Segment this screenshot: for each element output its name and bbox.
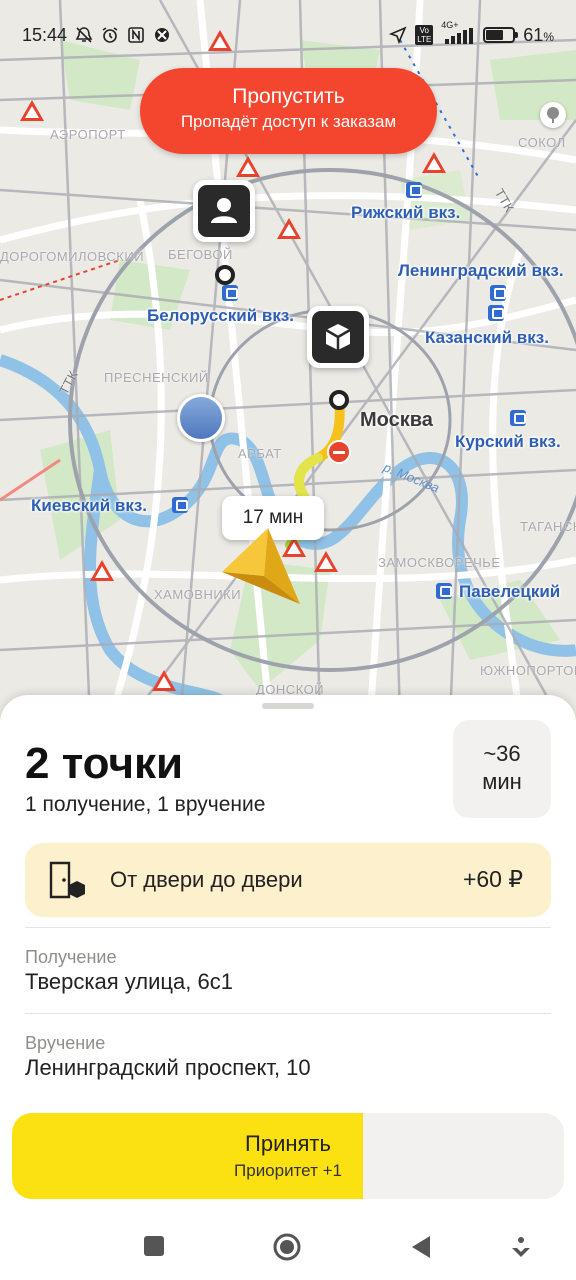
delivery-address: Ленинградский проспект, 10 bbox=[25, 1055, 311, 1080]
park-icon bbox=[540, 102, 566, 128]
recents-button[interactable] bbox=[143, 1235, 165, 1257]
door-to-door-option[interactable]: От двери до двери +60 ₽ bbox=[25, 843, 551, 917]
delivery-caption: Вручение bbox=[25, 1033, 106, 1053]
system-nav-bar bbox=[0, 1215, 576, 1280]
assistant-button[interactable] bbox=[510, 1235, 532, 1259]
option-label: От двери до двери bbox=[110, 867, 303, 892]
roadworks-icon bbox=[20, 100, 44, 121]
railway-station-icon bbox=[510, 410, 526, 426]
district-label: ПРЕСНЕНСКИЙ bbox=[104, 370, 209, 385]
vpn-icon bbox=[155, 28, 170, 42]
railway-station-icon bbox=[488, 305, 504, 321]
skip-button-title: Пропустить bbox=[232, 85, 345, 108]
battery-percent: 61% bbox=[523, 24, 554, 45]
location-icon bbox=[389, 26, 407, 44]
status-bar: 15:44 Vo LTE 4G+ 61% bbox=[0, 0, 576, 70]
railway-station-icon bbox=[436, 583, 452, 599]
duration-unit: мин bbox=[482, 769, 522, 794]
app-root: АЭРОПОРТ СОКОЛ ДОРОГОМИЛОВСКИЙ БЕГОВОЙ П… bbox=[0, 0, 576, 1280]
landmark-icon bbox=[177, 394, 225, 442]
city-label: Москва bbox=[360, 409, 433, 431]
alarm-icon bbox=[102, 27, 118, 43]
duration-value: ~36 bbox=[483, 741, 521, 766]
roadworks-icon bbox=[90, 560, 114, 581]
accept-button[interactable]: Принять Приоритет +1 bbox=[12, 1113, 564, 1199]
station-label: Киевский вкз. bbox=[31, 496, 148, 515]
station-label: Белорусский вкз. bbox=[147, 306, 294, 325]
order-title: 2 точки bbox=[25, 739, 184, 788]
status-time: 15:44 bbox=[22, 24, 68, 45]
pickup-caption: Получение bbox=[25, 947, 117, 967]
home-button[interactable] bbox=[272, 1232, 302, 1262]
person-icon bbox=[198, 185, 250, 237]
roadworks-icon bbox=[422, 152, 446, 173]
station-label: Ленинградский вкз. bbox=[398, 261, 564, 280]
skip-button[interactable]: Пропустить Пропадёт доступ к заказам bbox=[140, 68, 437, 154]
no-entry-icon bbox=[327, 440, 351, 464]
order-subtitle: 1 получение, 1 вручение bbox=[25, 793, 266, 816]
signal-icon: 4G+ bbox=[441, 20, 475, 46]
divider bbox=[25, 927, 551, 928]
station-label: Рижский вкз. bbox=[351, 203, 461, 222]
sheet-drag-handle[interactable] bbox=[262, 703, 314, 709]
sender-marker[interactable] bbox=[193, 180, 255, 242]
district-label: ДОРОГОМИЛОВСКИЙ bbox=[0, 249, 145, 264]
district-label: БЕГОВОЙ bbox=[168, 247, 233, 262]
station-label: Павелецкий bbox=[459, 582, 561, 601]
divider bbox=[25, 1013, 551, 1014]
railway-station-icon bbox=[222, 285, 238, 301]
railway-station-icon bbox=[172, 497, 188, 513]
station-label: Казанский вкз. bbox=[425, 328, 549, 347]
skip-button-subtitle: Пропадёт доступ к заказам bbox=[180, 112, 397, 131]
district-label: ТАГАНСКИЙ bbox=[520, 519, 576, 534]
railway-station-icon bbox=[490, 285, 506, 301]
order-sheet: 2 точки 1 получение, 1 вручение ~36 мин … bbox=[0, 695, 576, 1280]
accept-button-title: Принять bbox=[245, 1131, 331, 1156]
duration-badge: ~36 мин bbox=[453, 720, 551, 818]
district-label: ЗАМОСКВОРЕЧЬЕ bbox=[378, 555, 501, 570]
district-label: СОКОЛ bbox=[518, 135, 566, 150]
district-label: АРБАТ bbox=[238, 446, 282, 461]
railway-station-icon bbox=[406, 182, 422, 198]
roadworks-icon bbox=[277, 218, 301, 239]
roadworks-icon bbox=[152, 670, 176, 691]
box-icon bbox=[312, 311, 364, 363]
roadworks-icon bbox=[314, 551, 338, 572]
district-label: ЮЖНОПОРТОВЫЙ bbox=[480, 663, 576, 678]
door-delivery-icon bbox=[49, 861, 85, 899]
nfc-icon bbox=[128, 27, 144, 43]
roadworks-icon bbox=[236, 156, 260, 177]
parcel-point-dot bbox=[329, 390, 349, 410]
pickup-address: Тверская улица, 6с1 bbox=[25, 969, 233, 994]
battery-icon bbox=[483, 27, 519, 43]
back-button[interactable] bbox=[410, 1235, 432, 1259]
parcel-marker[interactable] bbox=[307, 306, 369, 368]
station-label: Курский вкз. bbox=[455, 432, 561, 451]
navigation-arrow-icon bbox=[222, 528, 300, 604]
volte-icon: Vo LTE bbox=[415, 25, 434, 45]
accept-button-subtitle: Приоритет +1 bbox=[234, 1161, 342, 1180]
option-price: +60 ₽ bbox=[462, 866, 523, 892]
district-label: АЭРОПОРТ bbox=[50, 127, 126, 142]
battery-fill bbox=[486, 30, 504, 40]
sender-point-dot bbox=[215, 265, 235, 285]
mute-icon bbox=[75, 27, 93, 43]
